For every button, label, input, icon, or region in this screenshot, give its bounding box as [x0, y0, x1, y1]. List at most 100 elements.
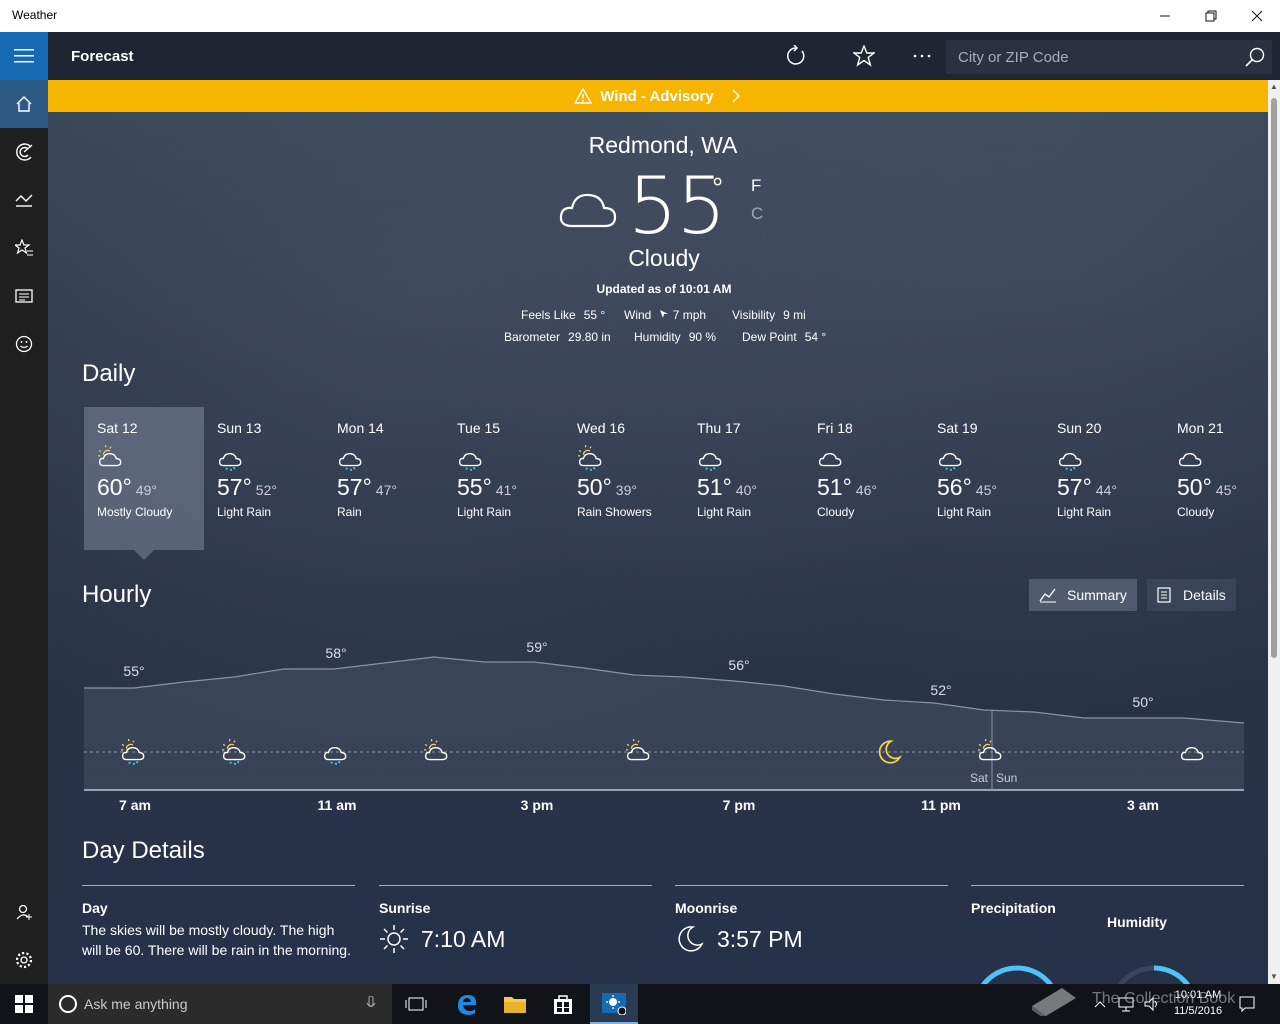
hourly-chart: Sat Sun 55° 58° 59° 56° 52° 50°: [84, 639, 1244, 791]
day-name: Thu 17: [697, 420, 741, 436]
updated-time: Updated as of 10:01 AM: [596, 282, 732, 296]
store-button[interactable]: [540, 984, 586, 1024]
hamburger-icon: [14, 49, 34, 63]
book-logo-icon: [1032, 988, 1076, 1020]
daily-day-0[interactable]: Sat 12 60° 49° Mostly Cloudy: [84, 407, 204, 550]
forecast-panel: Redmond, WA 55 ° F C Cloudy Updated as o…: [48, 112, 1268, 984]
scroll-up-icon[interactable]: ▲: [1268, 80, 1280, 94]
rain-icon: [698, 452, 722, 471]
moonrise-value: 3:57 PM: [717, 925, 803, 952]
daily-day-9[interactable]: Mon 21 50° 45° Cloudy: [1164, 407, 1268, 550]
moonrise: 3:57 PM: [675, 924, 948, 954]
day-high: 57°: [1057, 474, 1092, 500]
gauges: 100 %64 %: [972, 965, 1199, 984]
day-condition: Rain Showers: [577, 505, 652, 519]
divider: [675, 885, 948, 886]
more-button[interactable]: [906, 40, 938, 72]
detail-barometer: Barometer 29.80 in: [504, 330, 611, 344]
daily-day-4[interactable]: Wed 16 50° 39° Rain Showers: [564, 407, 684, 550]
restore-button[interactable]: [1188, 0, 1234, 32]
cloud-icon: [1178, 452, 1202, 467]
sunrise: 7:10 AM: [379, 924, 652, 954]
gauges-card: Precipitation Humidity 100 %64 %: [971, 885, 1244, 984]
advisory-text: Wind - Advisory: [600, 87, 714, 105]
star-icon: [853, 45, 875, 67]
chart-icon: [15, 194, 33, 207]
day-condition: Light Rain: [1057, 505, 1112, 519]
scroll-thumb[interactable]: [1271, 98, 1277, 658]
cortana-icon: [59, 995, 77, 1013]
page-title: Forecast: [71, 48, 134, 65]
edge-button[interactable]: [444, 984, 490, 1024]
unit-celsius[interactable]: C: [751, 204, 763, 224]
nav-news[interactable]: [0, 272, 48, 320]
day-condition: Cloudy: [817, 505, 855, 519]
minimize-button[interactable]: [1142, 0, 1188, 32]
nav-feedback[interactable]: [0, 320, 48, 368]
day-condition: Light Rain: [217, 505, 272, 519]
advisory-banner[interactable]: Wind - Advisory: [48, 80, 1268, 112]
cortana-search[interactable]: Ask me anything: [48, 984, 392, 1024]
favorite-button[interactable]: [848, 40, 880, 72]
daily-heading: Daily: [82, 360, 136, 387]
unit-fahrenheit[interactable]: F: [751, 176, 761, 196]
daily-day-7[interactable]: Sat 19 56° 45° Light Rain: [924, 407, 1044, 550]
nav-maps[interactable]: [0, 128, 48, 176]
hourly-temp-label: 50°: [1132, 694, 1153, 710]
detail-dew-point: Dew Point 54 °: [742, 330, 827, 344]
day-icon-wrap: [577, 444, 684, 471]
day-description: The skies will be mostly cloudy. The hig…: [82, 922, 351, 958]
day-high: 60°: [97, 474, 132, 500]
task-view-button[interactable]: [394, 984, 438, 1024]
day-split-label: Sat: [970, 771, 989, 785]
cloud-icon: [818, 452, 842, 467]
file-explorer-button[interactable]: [492, 984, 538, 1024]
summary-toggle[interactable]: Summary: [1029, 579, 1137, 611]
nav-forecast[interactable]: [0, 80, 48, 128]
nav-favorites[interactable]: [0, 224, 48, 272]
location-name: Redmond, WA: [588, 132, 738, 158]
hamburger-button[interactable]: [0, 32, 48, 80]
current-condition: Cloudy: [628, 245, 700, 271]
day-name: Wed 16: [577, 420, 625, 436]
daily-day-5[interactable]: Thu 17 51° 40° Light Rain: [684, 407, 804, 550]
minimize-icon: [1160, 15, 1170, 17]
window-title: Weather: [12, 8, 58, 22]
daily-day-8[interactable]: Sun 20 57° 44° Light Rain: [1044, 407, 1164, 550]
watermark: The Collection Book: [1028, 976, 1278, 1020]
daily-day-3[interactable]: Tue 15 55° 41° Light Rain: [444, 407, 564, 550]
weather-app-button[interactable]: [590, 984, 638, 1024]
nav-settings[interactable]: [0, 936, 48, 984]
taskbar: Ask me anything 10:01 AM 11/5/2016 The C…: [0, 984, 1280, 1024]
detail-visibility: Visibility 9 mi: [732, 308, 806, 322]
rain-icon: [938, 452, 962, 471]
day-condition: Light Rain: [937, 505, 992, 519]
daily-day-2[interactable]: Mon 14 57° 47° Rain: [324, 407, 444, 550]
day-high: 50°: [1177, 474, 1212, 500]
details-toggle[interactable]: Details: [1147, 579, 1236, 611]
daily-day-1[interactable]: Sun 13 57° 52° Light Rain: [204, 407, 324, 550]
news-icon: [15, 289, 33, 303]
sunrise-value: 7:10 AM: [421, 925, 506, 952]
hourly-time-label: 7 pm: [722, 797, 756, 813]
nav-historical[interactable]: [0, 176, 48, 224]
hourly-time-label: 11 pm: [921, 797, 961, 813]
search-box[interactable]: [946, 40, 1272, 74]
start-button[interactable]: [0, 984, 48, 1024]
hourly-temp-label: 56°: [728, 657, 749, 673]
refresh-button[interactable]: [780, 40, 812, 72]
nav-account[interactable]: [0, 888, 48, 936]
day-low: 49°: [135, 482, 157, 498]
day-icon-wrap: [337, 444, 444, 471]
detail-wind: Wind 7 mph: [624, 308, 707, 322]
restore-icon: [1205, 10, 1217, 22]
detail-feels-like: Feels Like 55 °: [521, 308, 606, 322]
search-button[interactable]: [1244, 46, 1266, 73]
day-low: 45°: [1215, 482, 1237, 498]
daily-day-6[interactable]: Fri 18 51° 46° Cloudy: [804, 407, 924, 550]
title-bar: Weather: [0, 0, 1280, 32]
radar-icon: [16, 143, 33, 161]
scrollbar[interactable]: ▲ ▼: [1268, 80, 1280, 984]
close-button[interactable]: [1234, 0, 1280, 32]
search-input[interactable]: [946, 40, 1236, 74]
